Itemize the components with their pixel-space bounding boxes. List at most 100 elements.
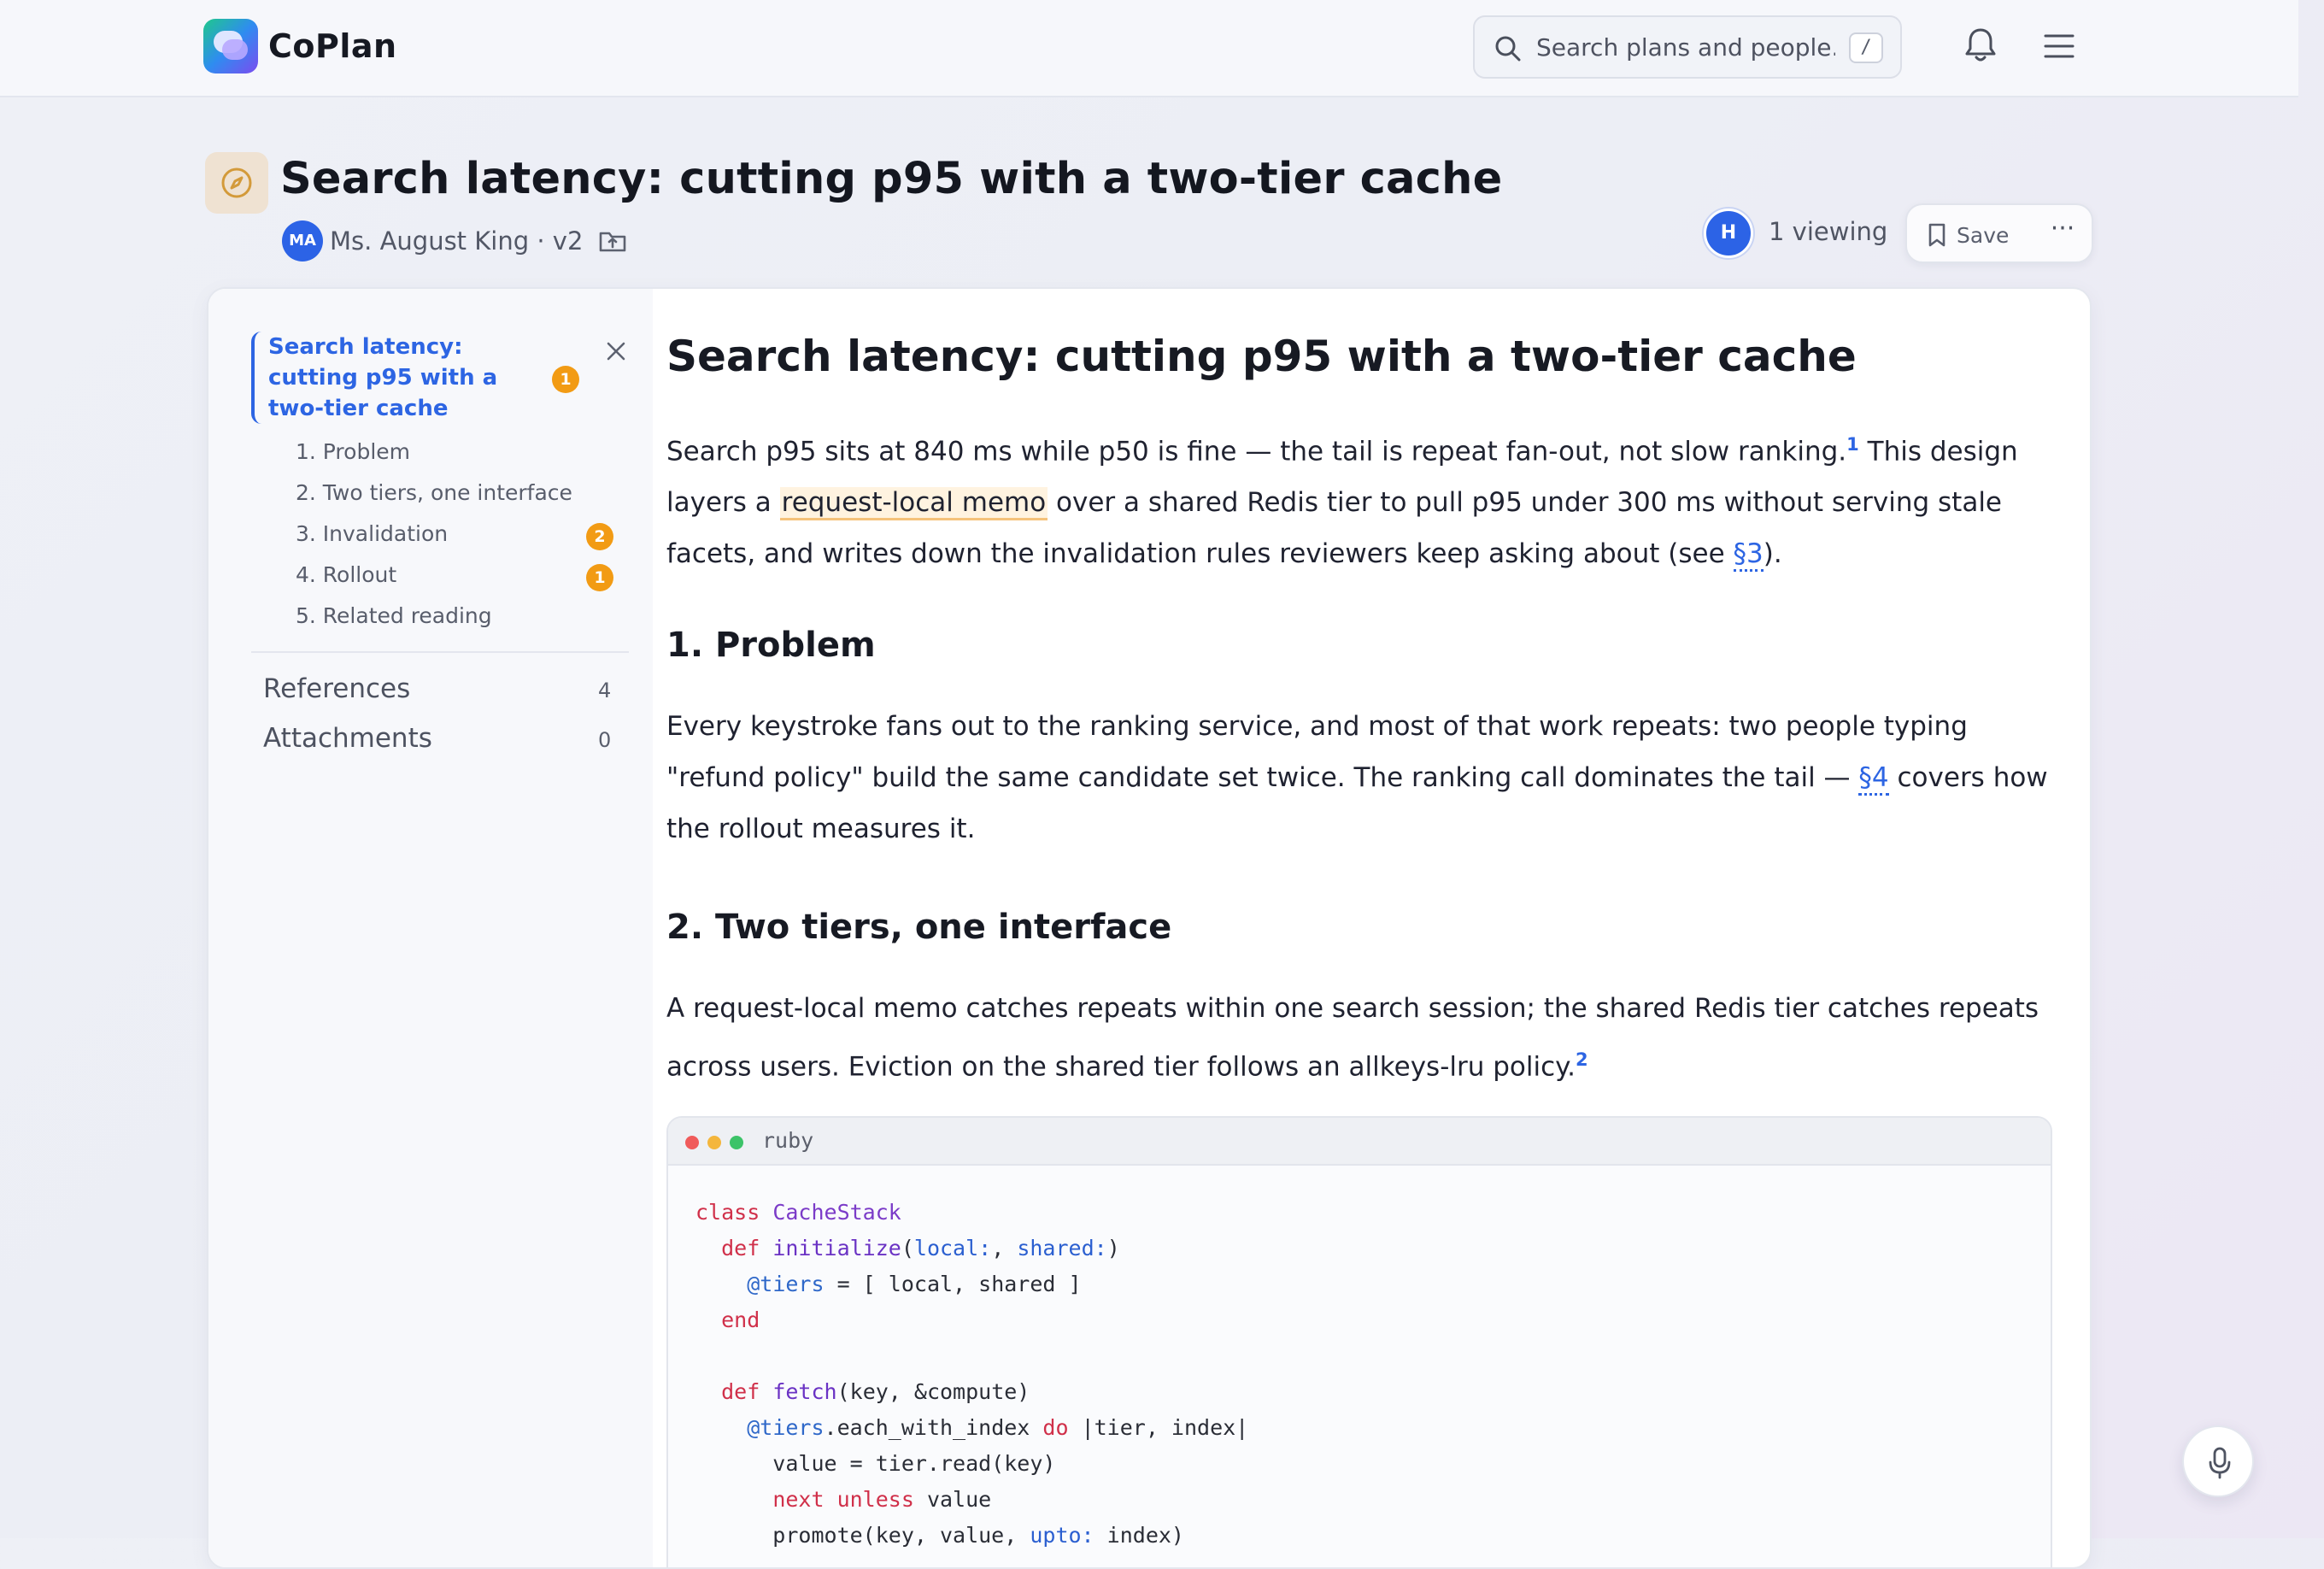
code-token: ) <box>1106 1236 1120 1260</box>
code-token: class <box>695 1200 773 1225</box>
toc-item-problem[interactable]: 1. Problem <box>296 439 410 464</box>
sidebar-divider <box>251 651 629 653</box>
code-token: next unless <box>772 1487 914 1512</box>
voice-input-button[interactable] <box>2182 1425 2254 1497</box>
window-dot-green <box>730 1136 743 1149</box>
intro-text: Search p95 sits at 840 ms while p50 is f… <box>666 436 1847 467</box>
references-count: 4 <box>598 679 612 702</box>
intro-paragraph: Search p95 sits at 840 ms while p50 is f… <box>666 419 2068 579</box>
code-token: index) <box>1094 1523 1184 1548</box>
code-token: initialize <box>772 1236 901 1260</box>
footnote-ref-2[interactable]: 2 <box>1576 1049 1588 1070</box>
compass-icon <box>221 167 252 198</box>
code-block-header: ruby <box>668 1118 2051 1166</box>
code-token: promote(key, value, <box>695 1523 1030 1548</box>
window-dot-red <box>685 1136 699 1149</box>
comment-count-badge: 1 <box>586 564 613 591</box>
viewer-avatar[interactable]: H <box>1704 209 1753 258</box>
save-button[interactable]: Save <box>1926 219 2009 251</box>
intro-text: ). <box>1763 538 1782 570</box>
code-token: value = tier.read(key) <box>695 1451 1056 1476</box>
code-token: do <box>1042 1415 1069 1440</box>
author-row: MA Ms. August King · v2 <box>282 220 627 262</box>
code-line: value = tier.read(key) <box>695 1446 1248 1482</box>
plan-card: Search latency: cutting p95 with a two-t… <box>207 287 2092 1569</box>
brand-name: CoPlan <box>268 27 397 65</box>
code-line: promote(key, value, upto: index) <box>695 1518 1248 1554</box>
section-link-3[interactable]: §3 <box>1733 538 1764 573</box>
code-token: = [ local, shared ] <box>824 1272 1082 1296</box>
footnote-ref-1[interactable]: 1 <box>1846 434 1859 455</box>
section-link-4[interactable]: §4 <box>1858 762 1889 796</box>
window-dot-yellow <box>707 1136 721 1149</box>
two-tiers-paragraph: A request-local memo catches repeats wit… <box>666 983 2068 1092</box>
bell-icon[interactable] <box>1962 26 1999 65</box>
code-token: ( <box>901 1236 914 1260</box>
toc-item-related-reading[interactable]: 5. Related reading <box>296 603 492 628</box>
code-token: .each_with_index <box>824 1415 1043 1440</box>
code-line: class CacheStack <box>695 1195 1248 1231</box>
author-avatar[interactable]: MA <box>282 220 323 262</box>
problem-text: Every keystroke fans out to the ranking … <box>666 711 1968 793</box>
document-heading: Search latency: cutting p95 with a two-t… <box>666 332 1857 381</box>
section-heading-problem: 1. Problem <box>666 626 876 665</box>
toc-current-label: Search latency: cutting p95 with a two-t… <box>268 334 498 421</box>
toc-item-rollout[interactable]: 4. Rollout <box>296 562 396 587</box>
search-input[interactable] <box>1536 27 1835 67</box>
references-link[interactable]: References <box>263 673 410 704</box>
code-block: ruby class CacheStack def initialize(loc… <box>666 1116 2052 1567</box>
coplan-logo-icon <box>203 19 258 73</box>
two-tiers-text: A request-local memo catches repeats wit… <box>666 993 2039 1083</box>
code-token: CacheStack <box>772 1200 901 1225</box>
bookmark-icon <box>1928 223 1945 247</box>
microphone-icon <box>2209 1447 2231 1479</box>
code-line: @tiers.each_with_index do |tier, index| <box>695 1410 1248 1446</box>
search-icon <box>1495 36 1521 62</box>
code-line: def initialize(local:, shared:) <box>695 1231 1248 1266</box>
code-line: @tiers = [ local, shared ] <box>695 1266 1248 1302</box>
code-line: def fetch(key, &compute) <box>695 1374 1248 1410</box>
code-token: @tiers <box>747 1415 825 1440</box>
toc-current-item[interactable]: Search latency: cutting p95 with a two-t… <box>251 332 579 424</box>
toc-item-two-tiers[interactable]: 2. Two tiers, one interface <box>296 480 572 505</box>
code-body: class CacheStack def initialize(local:, … <box>695 1195 1248 1554</box>
code-token: (key, &compute) <box>836 1379 1030 1404</box>
code-token: value <box>913 1487 992 1512</box>
hamburger-menu-icon[interactable] <box>2042 29 2076 63</box>
comment-count-badge: 1 <box>552 366 579 393</box>
plan-type-icon <box>205 152 268 214</box>
outline-sidebar: Search latency: cutting p95 with a two-t… <box>208 289 653 1567</box>
close-icon[interactable] <box>603 338 629 364</box>
code-token: local: <box>913 1236 992 1260</box>
code-token: end <box>721 1308 760 1332</box>
more-options-button[interactable]: ··· <box>2044 216 2081 251</box>
section-heading-two-tiers: 2. Two tiers, one interface <box>666 908 1172 947</box>
save-label: Save <box>1957 222 2010 248</box>
highlighted-term[interactable]: request-local memo <box>779 487 1048 521</box>
code-line: end <box>695 1302 1248 1338</box>
search-box[interactable]: / <box>1473 15 1902 79</box>
search-shortcut-key: / <box>1849 32 1883 63</box>
top-bar: CoPlan / <box>0 0 2298 97</box>
code-token: , <box>991 1236 1018 1260</box>
attachments-link[interactable]: Attachments <box>263 723 432 754</box>
code-token: |tier, index| <box>1068 1415 1249 1440</box>
code-token: upto: <box>1030 1523 1095 1548</box>
attachments-count: 0 <box>598 728 612 752</box>
toc-item-invalidation[interactable]: 3. Invalidation <box>296 521 448 546</box>
code-line: next unless value <box>695 1482 1248 1518</box>
brand[interactable]: CoPlan <box>203 19 397 73</box>
comment-count-badge: 2 <box>586 523 613 550</box>
code-token: def <box>721 1379 773 1404</box>
folder-move-icon[interactable] <box>598 228 627 254</box>
page-title: Search latency: cutting p95 with a two-t… <box>280 154 1503 204</box>
code-token: shared: <box>1017 1236 1107 1260</box>
plan-actions: Save ··· <box>1905 203 2093 263</box>
